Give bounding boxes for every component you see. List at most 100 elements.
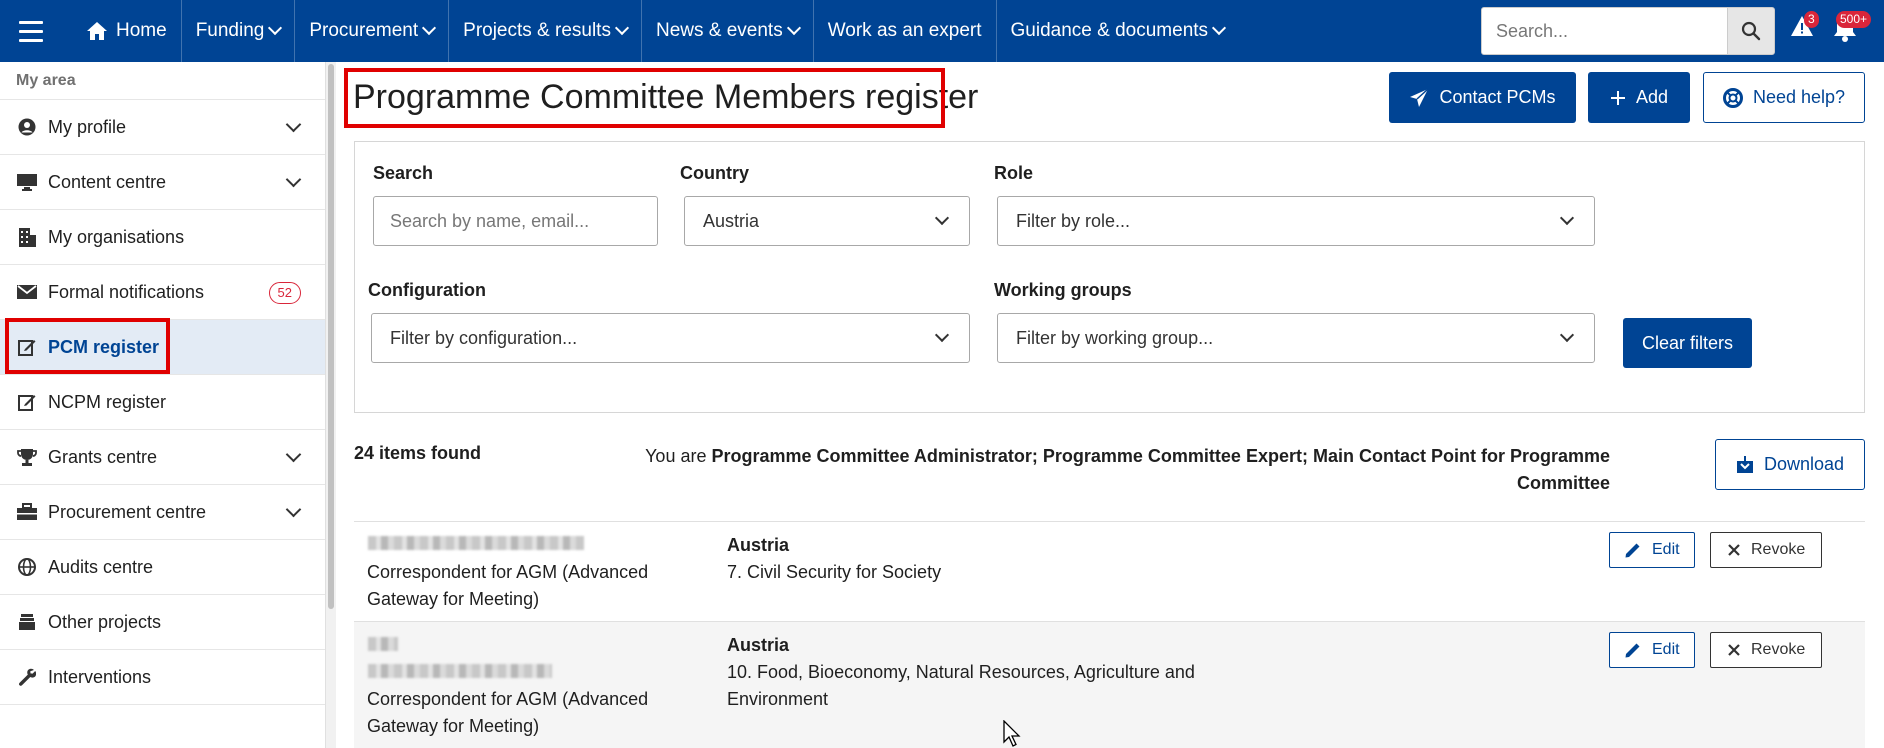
table-row: Correspondent for AGM (Advanced Gateway … xyxy=(354,621,1865,748)
sidebar-item-formal-notifications[interactable]: Formal notifications 52 xyxy=(0,265,325,320)
sidebar-item-other-projects[interactable]: Other projects xyxy=(0,595,325,650)
member-configuration-line: Environment xyxy=(727,689,829,709)
chevron-down-icon xyxy=(1559,210,1575,226)
sidebar-title: My area xyxy=(0,62,325,100)
sidebar-item-label: Audits centre xyxy=(48,556,154,577)
redacted-name xyxy=(368,536,584,550)
download-label: Download xyxy=(1763,454,1845,474)
role-placeholder: Filter by role... xyxy=(1016,210,1131,231)
sidebar-item-audits-centre[interactable]: Audits centre xyxy=(0,540,325,595)
notifications-badge: 52 xyxy=(268,282,301,304)
sidebar-item-interventions[interactable]: Interventions xyxy=(0,650,325,705)
chevron-down-icon xyxy=(1211,20,1227,36)
country-select[interactable]: Austria xyxy=(684,196,970,246)
revoke-button[interactable]: Revoke xyxy=(1710,532,1823,568)
chevron-down-icon[interactable] xyxy=(285,171,302,188)
role-select[interactable]: Filter by role... xyxy=(997,196,1595,246)
sidebar: My area My profile Content centre My org… xyxy=(0,62,326,748)
sidebar-item-label: Grants centre xyxy=(48,446,158,467)
briefcase-icon xyxy=(16,501,38,523)
user-roles-text: Programme Committee Administrator; Progr… xyxy=(711,446,1611,493)
role-label: Role xyxy=(994,163,1034,183)
nav-projects-results[interactable]: Projects & results xyxy=(449,0,642,62)
sidebar-item-label: Content centre xyxy=(48,171,167,192)
items-found-count: 24 items found xyxy=(354,443,482,463)
revoke-label: Revoke xyxy=(1751,541,1806,558)
sidebar-item-my-organisations[interactable]: My organisations xyxy=(0,210,325,265)
edit-label: Edit xyxy=(1652,541,1680,558)
chevron-down-icon xyxy=(934,210,950,226)
pencil-icon xyxy=(1625,643,1640,658)
need-help-button[interactable]: Need help? xyxy=(1703,72,1865,123)
configuration-label: Configuration xyxy=(368,280,486,300)
lifebuoy-icon xyxy=(1722,87,1743,108)
country-label: Country xyxy=(680,163,749,183)
global-search-input[interactable] xyxy=(1481,7,1728,55)
you-are-label: You are xyxy=(645,446,707,466)
nav-guidance-documents[interactable]: Guidance & documents xyxy=(997,0,1239,62)
nav-home[interactable]: Home xyxy=(62,0,182,62)
edit-square-icon xyxy=(16,391,38,413)
chevron-down-icon[interactable] xyxy=(285,446,302,463)
nav-procurement[interactable]: Procurement xyxy=(295,0,450,62)
notifications-count-badge: 500+ xyxy=(1836,11,1872,28)
nav-work-as-expert-label: Work as an expert xyxy=(827,20,982,41)
sidebar-item-label: PCM register xyxy=(48,336,160,357)
revoke-label: Revoke xyxy=(1751,641,1806,658)
nav-work-as-expert[interactable]: Work as an expert xyxy=(814,0,997,62)
sidebar-item-label: Interventions xyxy=(48,666,152,687)
nav-funding[interactable]: Funding xyxy=(182,0,296,62)
pencil-icon xyxy=(1625,543,1640,558)
sidebar-item-ncpm-register[interactable]: NCPM register xyxy=(0,375,325,430)
download-button[interactable]: Download xyxy=(1715,439,1865,490)
chevron-down-icon[interactable] xyxy=(285,501,302,518)
member-configuration-line: 10. Food, Bioeconomy, Natural Resources,… xyxy=(727,662,1195,682)
add-button[interactable]: Add xyxy=(1588,72,1690,123)
nav-procurement-label: Procurement xyxy=(309,20,419,41)
sidebar-item-grants-centre[interactable]: Grants centre xyxy=(0,430,325,485)
chevron-down-icon xyxy=(614,20,630,36)
add-label: Add xyxy=(1635,87,1669,107)
chevron-down-icon[interactable] xyxy=(285,116,302,133)
working-groups-select[interactable]: Filter by working group... xyxy=(997,313,1595,363)
edit-button[interactable]: Edit xyxy=(1609,532,1695,568)
sidebar-item-my-profile[interactable]: My profile xyxy=(0,100,325,155)
sidebar-item-content-centre[interactable]: Content centre xyxy=(0,155,325,210)
current-user-roles: You are Programme Committee Administrato… xyxy=(620,443,1610,497)
member-role-line: Gateway for Meeting) xyxy=(367,716,540,736)
member-role: Correspondent for AGM (Advanced Gateway … xyxy=(367,686,648,740)
nav-news-events-label: News & events xyxy=(655,20,783,41)
notifications-button[interactable]: 500+ xyxy=(1832,11,1872,47)
sidebar-scrollbar[interactable] xyxy=(326,62,336,748)
alerts-button[interactable]: 3 xyxy=(1790,11,1819,43)
revoke-button[interactable]: Revoke xyxy=(1710,632,1823,668)
country-selected-value: Austria xyxy=(703,210,760,231)
edit-label: Edit xyxy=(1652,641,1680,658)
globe-icon xyxy=(16,556,38,578)
trophy-icon xyxy=(16,446,38,468)
nav-news-events[interactable]: News & events xyxy=(642,0,814,62)
sidebar-item-pcm-register[interactable]: PCM register xyxy=(0,320,325,375)
member-country: Austria xyxy=(727,535,790,555)
member-configuration: 7. Civil Security for Society xyxy=(727,559,941,586)
member-configuration-line: 7. Civil Security for Society xyxy=(727,562,942,582)
member-role-line: Correspondent for AGM (Advanced xyxy=(367,689,649,709)
global-search-button[interactable] xyxy=(1727,7,1775,55)
scrollbar-thumb[interactable] xyxy=(328,64,334,609)
paper-plane-icon xyxy=(1410,87,1429,107)
close-icon xyxy=(1728,544,1740,556)
clear-filters-button[interactable]: Clear filters xyxy=(1623,318,1752,368)
edit-button[interactable]: Edit xyxy=(1609,632,1695,668)
sidebar-item-label: NCPM register xyxy=(48,391,167,412)
sidebar-item-procurement-centre[interactable]: Procurement centre xyxy=(0,485,325,540)
member-country: Austria xyxy=(727,635,790,655)
contact-pcms-button[interactable]: Contact PCMs xyxy=(1389,72,1576,123)
member-configuration: 10. Food, Bioeconomy, Natural Resources,… xyxy=(727,659,1195,713)
sidebar-item-label: My organisations xyxy=(48,226,185,247)
search-input[interactable] xyxy=(373,196,658,246)
table-row: Correspondent for AGM (Advanced Gateway … xyxy=(354,521,1865,621)
menu-toggle-button[interactable] xyxy=(0,0,62,62)
configuration-select[interactable]: Filter by configuration... xyxy=(371,313,970,363)
chevron-down-icon xyxy=(422,20,437,36)
chevron-down-icon xyxy=(268,20,283,36)
